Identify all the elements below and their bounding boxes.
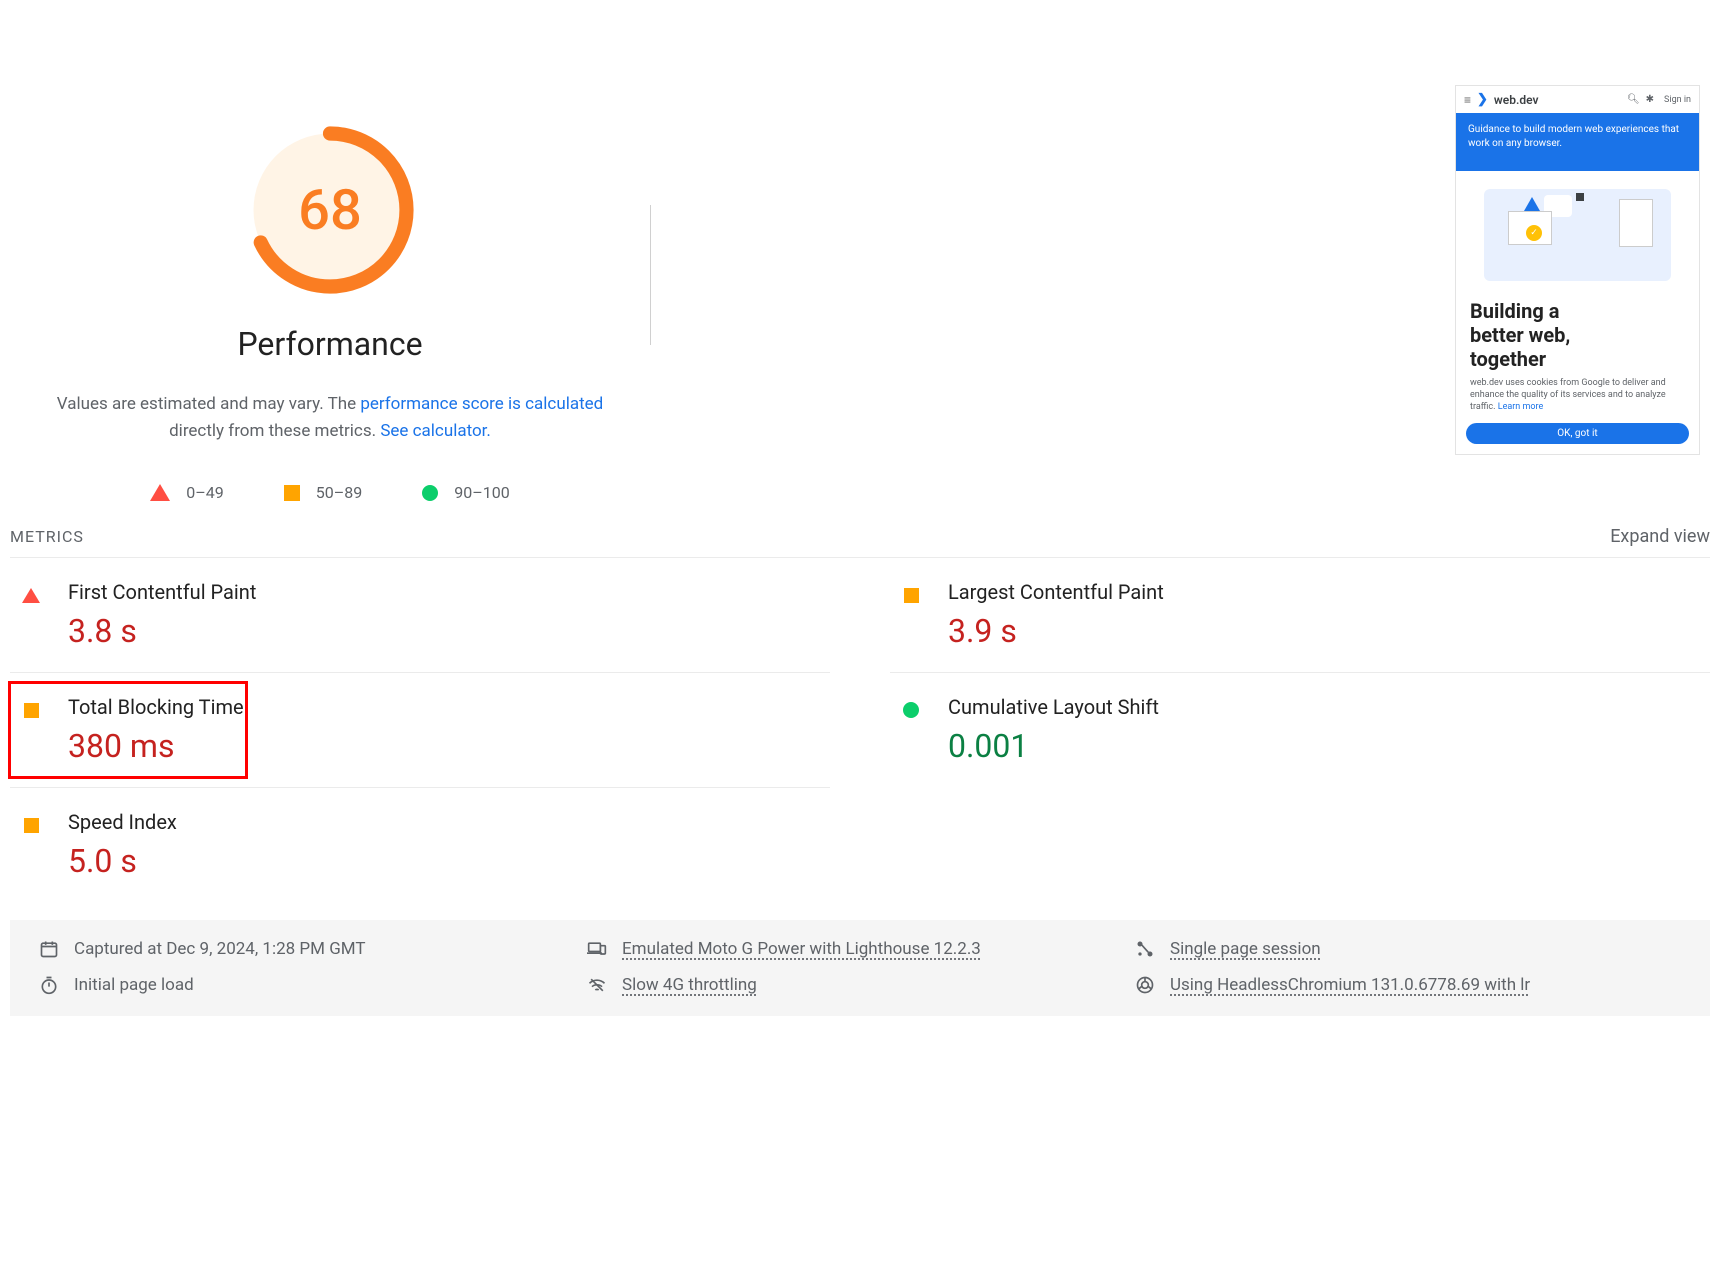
metric-value: 5.0 s [68,842,177,880]
thumb-header: ≡ ❯ web.dev 🔍︎ ✱ Sign in [1456,86,1699,113]
score-calc-link[interactable]: performance score is calculated [360,394,603,414]
page-screenshot-thumbnail[interactable]: ≡ ❯ web.dev 🔍︎ ✱ Sign in Guidance to bui… [1455,85,1700,455]
metric-row[interactable]: Cumulative Layout Shift 0.001 [890,673,1710,788]
see-calculator-link[interactable]: See calculator. [380,421,491,441]
metric-label: First Contentful Paint [68,580,256,604]
metric-label: Speed Index [68,810,177,834]
vertical-divider [650,85,651,502]
metric-value: 0.001 [948,727,1159,765]
expand-view-toggle[interactable]: Expand view [1610,526,1710,547]
session-icon [1134,938,1156,960]
signin-label: Sign in [1664,95,1691,105]
chromium-cell: Using HeadlessChromium 131.0.6778.69 wit… [1134,974,1682,996]
desc-text: Values are estimated and may vary. The [57,394,361,414]
menu-icon: ≡ [1464,93,1471,107]
emulated-text[interactable]: Emulated Moto G Power with Lighthouse 12… [622,939,981,959]
circle-icon [422,485,438,501]
summary-row: 68 Performance Values are estimated and … [10,0,1710,512]
square-icon [284,485,300,501]
legend-pass-label: 90–100 [454,483,509,502]
metrics-grid: First Contentful Paint 3.8 s Largest Conte… [10,558,1710,902]
initial-text: Initial page load [74,975,194,995]
legend-fail-label: 0–49 [186,483,223,502]
score-legend: 0–49 50–89 90–100 [150,483,509,502]
session-cell: Single page session [1134,938,1682,960]
legend-fail: 0–49 [150,483,223,502]
captured-cell: Captured at Dec 9, 2024, 1:28 PM GMT [38,938,586,960]
thumb-hero: ✓ [1456,171,1699,291]
metric-label: Total Blocking Time [68,695,244,719]
brand-label: web.dev [1494,93,1621,107]
performance-gauge: 68 [245,125,415,295]
performance-gauge-column: 68 Performance Values are estimated and … [10,85,650,502]
metric-row[interactable]: Largest Contentful Paint 3.9 s [890,558,1710,673]
network-icon [586,974,608,996]
calendar-icon [38,938,60,960]
runtime-footer: Captured at Dec 9, 2024, 1:28 PM GMT Emu… [10,920,1710,1016]
legend-average: 50–89 [284,483,362,502]
logo-icon: ❯ [1477,92,1488,107]
preview-column: ≡ ❯ web.dev 🔍︎ ✱ Sign in Guidance to bui… [651,85,1710,502]
metric-row[interactable]: Total Blocking Time 380 ms [10,673,830,788]
legend-pass: 90–100 [422,483,509,502]
metric-row[interactable]: First Contentful Paint 3.8 s [10,558,830,673]
desc-text2: directly from these metrics. [169,421,380,441]
square-icon [20,699,42,721]
metric-label: Cumulative Layout Shift [948,695,1159,719]
hl-line2: better web, [1470,323,1685,347]
thumb-headline: Building a better web, together [1456,291,1699,371]
performance-title: Performance [237,325,422,363]
chromium-text[interactable]: Using HeadlessChromium 131.0.6778.69 wit… [1170,975,1530,995]
thumb-ok-button: OK, got it [1466,423,1689,444]
thumb-cookie-text: web.dev uses cookies from Google to deli… [1456,371,1699,417]
initial-cell: Initial page load [38,974,586,996]
thumb-banner: Guidance to build modern web experiences… [1456,113,1699,171]
metric-value: 380 ms [68,727,244,765]
throttling-text[interactable]: Slow 4G throttling [622,975,757,995]
stopwatch-icon [38,974,60,996]
triangle-icon [150,484,170,501]
metric-value: 3.9 s [948,612,1164,650]
triangle-icon [20,584,42,606]
metric-value: 3.8 s [68,612,256,650]
metrics-header: METRICS Expand view [10,520,1710,558]
performance-description: Values are estimated and may vary. The p… [50,391,610,445]
captured-text: Captured at Dec 9, 2024, 1:28 PM GMT [74,939,366,959]
legend-avg-label: 50–89 [316,483,362,502]
cookie-learn-link: Learn more [1498,402,1544,412]
metric-label: Largest Contentful Paint [948,580,1164,604]
devices-icon [586,938,608,960]
metric-row[interactable]: Speed Index 5.0 s [10,788,830,902]
search-icon: 🔍︎ [1627,94,1640,105]
hl-line1: Building a [1470,299,1685,323]
hl-line3: together [1470,347,1685,371]
circle-icon [900,699,922,721]
emulated-cell: Emulated Moto G Power with Lighthouse 12… [586,938,1134,960]
theme-icon: ✱ [1646,94,1654,105]
square-icon [20,814,42,836]
chrome-icon [1134,974,1156,996]
throttling-cell: Slow 4G throttling [586,974,1134,996]
metrics-heading-label: METRICS [10,527,84,546]
square-icon [900,584,922,606]
performance-score: 68 [245,125,415,295]
session-text[interactable]: Single page session [1170,939,1321,959]
